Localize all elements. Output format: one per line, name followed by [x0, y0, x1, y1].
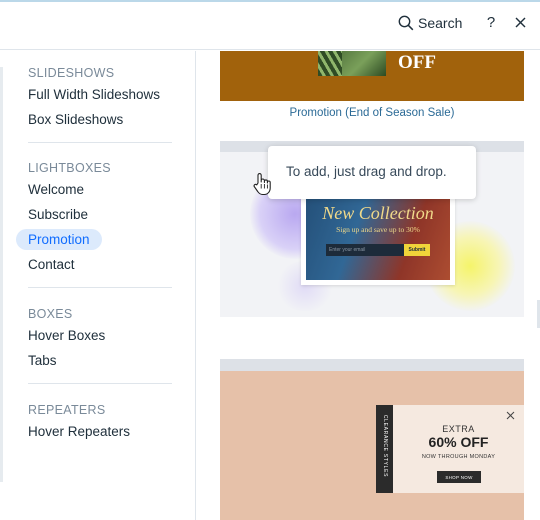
preset-card-clearance[interactable]: CLEARANCE STYLES EXTRA 60% OFF NOW THROU…: [220, 359, 524, 520]
sidebar-item-hover-repeaters[interactable]: Hover Repeaters: [28, 424, 130, 439]
sidebar: SLIDESHOWS Full Width Slideshows Box Sli…: [0, 51, 196, 520]
section-title-slideshows: SLIDESHOWS: [28, 66, 115, 80]
section-title-lightboxes: LIGHTBOXES: [28, 161, 111, 175]
lightbox-submit-button: Submit: [404, 244, 430, 256]
search-label: Search: [418, 15, 463, 31]
sidebar-item-full-width-slideshows[interactable]: Full Width Slideshows: [28, 87, 160, 102]
preset-card-end-of-season-sale[interactable]: OFF: [220, 51, 524, 101]
new-collection-lightbox-preview: New Collection Sign up and save up to 30…: [301, 193, 455, 285]
sidebar-scroll-track[interactable]: [0, 67, 3, 482]
preset-gallery: OFF Promotion (End of Season Sale) New C…: [197, 51, 540, 520]
top-bar: Search ?: [0, 0, 540, 50]
lightbox-background-image: New Collection Sign up and save up to 30…: [306, 198, 450, 280]
help-button[interactable]: ?: [484, 14, 498, 31]
clearance-offer-text: 60% OFF: [428, 434, 489, 450]
sidebar-item-hover-boxes[interactable]: Hover Boxes: [28, 328, 105, 343]
sidebar-item-box-slideshows[interactable]: Box Slideshows: [28, 112, 123, 127]
clearance-side-strip: CLEARANCE STYLES: [376, 405, 393, 493]
preset-thumbnail-image-detail: [318, 51, 342, 76]
sidebar-item-welcome[interactable]: Welcome: [28, 182, 84, 197]
search-button[interactable]: Search: [398, 15, 462, 31]
clearance-side-label: CLEARANCE STYLES: [382, 414, 388, 478]
hand-cursor-icon: [253, 173, 271, 196]
preset-card-header: [220, 359, 524, 371]
drag-drop-tooltip: To add, just drag and drop.: [268, 146, 476, 199]
section-title-repeaters: REPEATERS: [28, 403, 106, 417]
close-icon[interactable]: [515, 17, 526, 28]
lightbox-title: New Collection: [322, 203, 434, 223]
sidebar-item-promotion[interactable]: Promotion: [16, 229, 102, 250]
section-title-boxes: BOXES: [28, 307, 73, 321]
divider: [28, 142, 172, 143]
lightbox-email-field: Enter your email: [326, 244, 404, 256]
sidebar-item-subscribe[interactable]: Subscribe: [28, 207, 88, 222]
clearance-shop-button: SHOP NOW: [437, 471, 481, 483]
sidebar-item-contact[interactable]: Contact: [28, 257, 75, 272]
clearance-through-text: NOW THROUGH MONDAY: [421, 454, 496, 460]
clearance-extra-text: EXTRA: [442, 424, 475, 434]
divider: [28, 383, 172, 384]
lightbox-subtitle: Sign up and save up to 30%: [336, 225, 420, 234]
preset-caption: Promotion (End of Season Sale): [289, 107, 455, 119]
sidebar-item-tabs[interactable]: Tabs: [28, 353, 57, 368]
search-icon: [398, 15, 414, 31]
preset-off-text: OFF: [398, 52, 436, 73]
clearance-close-icon: [506, 411, 515, 420]
divider: [28, 287, 172, 288]
